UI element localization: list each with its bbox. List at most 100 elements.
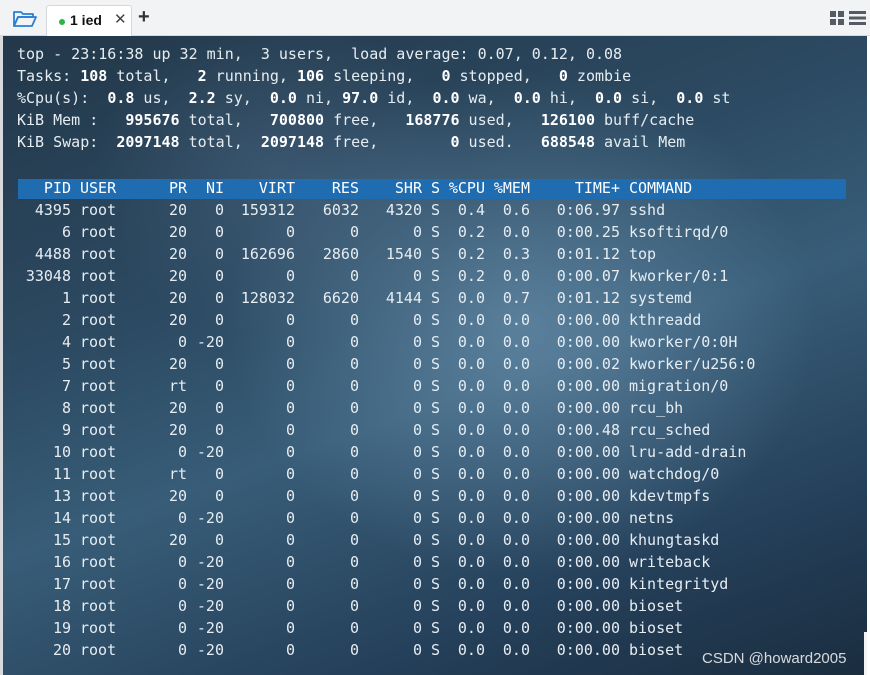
column-header-command: COMMAND xyxy=(629,179,693,197)
cell-time: 0:00.48 xyxy=(556,421,620,439)
cell-shr: 0 xyxy=(412,443,422,461)
cell-user: root xyxy=(80,355,117,373)
cell-shr: 0 xyxy=(412,465,422,483)
layout-toggle-button[interactable] xyxy=(830,11,866,25)
cell-virt: 128032 xyxy=(240,289,295,307)
cell-shr: 0 xyxy=(412,531,422,549)
cell-pid: 4488 xyxy=(34,245,71,263)
cell-user: root xyxy=(80,311,117,329)
cell-time: 0:00.00 xyxy=(556,333,620,351)
summary-line: %Cpu(s): 0.8 us, 2.2 sy, 0.0 ni, 97.0 id… xyxy=(17,89,731,107)
cell-ni: 0 xyxy=(214,355,224,373)
cell-pr: 20 xyxy=(168,355,187,373)
cell-command: bioset xyxy=(629,597,684,615)
cell-command: kdevtmpfs xyxy=(629,487,711,505)
cell-virt: 0 xyxy=(285,267,295,285)
cell-res: 0 xyxy=(349,267,359,285)
cell-user: root xyxy=(80,377,117,395)
cell-command: kworker/u256:0 xyxy=(629,355,756,373)
cell-mem: 0.0 xyxy=(502,509,530,527)
cell-virt: 0 xyxy=(285,641,295,659)
cell-shr: 0 xyxy=(412,619,422,637)
column-header-ni: NI xyxy=(205,179,224,197)
cell-res: 0 xyxy=(349,509,359,527)
cell-pid: 11 xyxy=(52,465,71,483)
cell-virt: 0 xyxy=(285,553,295,571)
cell-shr: 0 xyxy=(412,223,422,241)
cell-pid: 17 xyxy=(52,575,71,593)
open-folder-button[interactable] xyxy=(12,8,38,30)
cell-cpu: 0.0 xyxy=(457,355,485,373)
cell-cpu: 0.0 xyxy=(457,619,485,637)
cell-mem: 0.6 xyxy=(502,201,530,219)
cell-pid: 15 xyxy=(52,531,71,549)
column-header-pid: PID xyxy=(43,179,71,197)
cell-time: 0:00.00 xyxy=(556,597,620,615)
terminal-view[interactable]: top - 23:16:38 up 32 min, 3 users, load … xyxy=(3,36,870,675)
cell-cpu: 0.0 xyxy=(457,597,485,615)
cell-cpu: 0.0 xyxy=(457,487,485,505)
cell-user: root xyxy=(80,641,117,659)
cell-pid: 7 xyxy=(61,377,71,395)
cell-pid: 14 xyxy=(52,509,71,527)
column-header-mem: %MEM xyxy=(493,179,530,197)
cell-shr: 0 xyxy=(412,597,422,615)
cell-res: 0 xyxy=(349,443,359,461)
cell-virt: 0 xyxy=(285,443,295,461)
cell-cpu: 0.0 xyxy=(457,399,485,417)
summary-line: KiB Swap: 2097148 total, 2097148 free, 0… xyxy=(17,133,686,151)
summary-line: top - 23:16:38 up 32 min, 3 users, load … xyxy=(17,45,623,63)
close-icon[interactable]: ✕ xyxy=(114,11,127,29)
cell-virt: 0 xyxy=(285,421,295,439)
cell-virt: 162696 xyxy=(240,245,295,263)
cell-pid: 13 xyxy=(52,487,71,505)
add-tab-button[interactable]: + xyxy=(138,6,150,28)
cell-ni: 0 xyxy=(214,465,224,483)
cell-mem: 0.0 xyxy=(502,619,530,637)
cell-user: root xyxy=(80,553,117,571)
cell-cpu: 0.2 xyxy=(457,267,485,285)
cell-res: 0 xyxy=(349,333,359,351)
cell-command: writeback xyxy=(629,553,711,571)
cell-pr: 0 xyxy=(177,509,187,527)
cell-res: 0 xyxy=(349,575,359,593)
cell-state: S xyxy=(431,377,441,395)
cell-state: S xyxy=(431,399,441,417)
cell-time: 0:06.97 xyxy=(556,201,620,219)
cell-pid: 20 xyxy=(52,641,71,659)
cell-state: S xyxy=(431,289,441,307)
cell-pr: rt xyxy=(168,465,187,483)
cell-shr: 4144 xyxy=(385,289,422,307)
cell-command: khungtaskd xyxy=(629,531,720,549)
cell-user: root xyxy=(80,597,117,615)
tab-1-ied[interactable]: 1 ied ✕ xyxy=(46,5,132,36)
cell-user: root xyxy=(80,619,117,637)
cell-time: 0:00.00 xyxy=(556,465,620,483)
cell-ni: 0 xyxy=(214,377,224,395)
cell-command: rcu_sched xyxy=(629,421,711,439)
cell-mem: 0.0 xyxy=(502,575,530,593)
cell-state: S xyxy=(431,421,441,439)
cell-cpu: 0.0 xyxy=(457,377,485,395)
tab-bar: 1 ied ✕ + xyxy=(0,0,870,36)
cell-pr: 0 xyxy=(177,553,187,571)
cell-virt: 0 xyxy=(285,531,295,549)
cell-pid: 4 xyxy=(61,333,71,351)
cell-command: top xyxy=(629,245,657,263)
cell-shr: 0 xyxy=(412,421,422,439)
cell-pid: 1 xyxy=(61,289,71,307)
cell-ni: 0 xyxy=(214,223,224,241)
cell-user: root xyxy=(80,245,117,263)
cell-user: root xyxy=(80,201,117,219)
column-header-user: USER xyxy=(80,179,117,197)
cell-shr: 0 xyxy=(412,267,422,285)
cell-ni: -20 xyxy=(196,597,224,615)
cell-cpu: 0.0 xyxy=(457,575,485,593)
cell-res: 0 xyxy=(349,597,359,615)
cell-pid: 10 xyxy=(52,443,71,461)
cell-user: root xyxy=(80,531,117,549)
cell-pr: 20 xyxy=(168,289,187,307)
cell-pr: 20 xyxy=(168,421,187,439)
cell-state: S xyxy=(431,223,441,241)
cell-virt: 159312 xyxy=(240,201,295,219)
